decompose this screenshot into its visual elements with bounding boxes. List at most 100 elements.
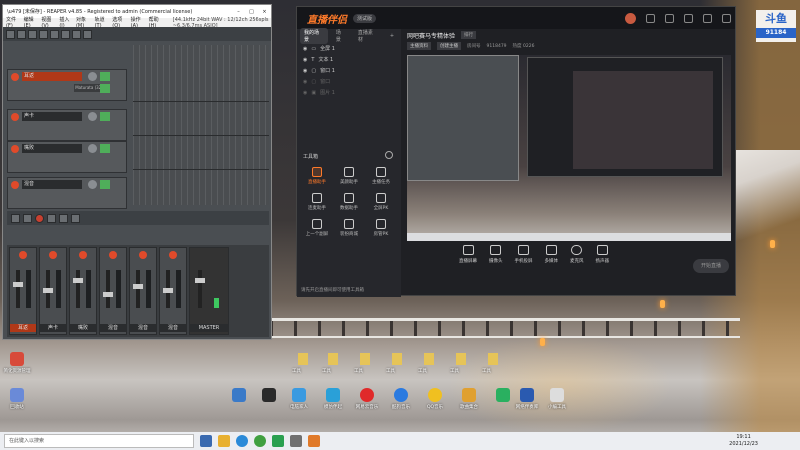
stop-icon[interactable] (23, 213, 32, 223)
fader-handle[interactable] (73, 278, 83, 283)
system-clock[interactable]: 19:11 2021/12/23 (729, 434, 758, 448)
menu-actions[interactable]: 操作(A) (131, 16, 143, 29)
mixer-channel[interactable]: 声卡 (39, 247, 67, 335)
fx-button[interactable] (100, 180, 110, 189)
tab-my-scene[interactable]: 我的场景 (300, 28, 328, 44)
fader-handle[interactable] (195, 278, 205, 283)
menu-edit[interactable]: 编辑(E) (24, 16, 36, 29)
create-anchor-button[interactable]: 创建主播 (437, 42, 461, 50)
mixer-channel[interactable]: 嘴败 (69, 247, 97, 335)
desktop-folder-icon[interactable] (392, 353, 402, 365)
source-item[interactable]: ◉ ▣ 图片 1 (297, 87, 401, 98)
room-title[interactable]: 网吧赛马专精体验 (407, 31, 455, 40)
skin-icon[interactable] (665, 13, 674, 23)
desktop-folder-icon[interactable] (360, 353, 370, 365)
stream-preview[interactable] (407, 55, 731, 241)
tool-beauty[interactable]: 美颜助手 (333, 167, 365, 185)
menu-item[interactable]: 对象(M) (76, 16, 89, 29)
phone-cast-button[interactable]: 手机投屏 (515, 245, 533, 264)
tab-scene[interactable]: 场景 (332, 28, 350, 44)
fx-button[interactable] (100, 144, 110, 153)
record-arm-icon[interactable] (11, 113, 19, 121)
menu-file[interactable]: 文件(F) (6, 16, 18, 29)
close-icon[interactable] (722, 13, 731, 23)
record-arm-icon[interactable] (11, 145, 19, 153)
mixer-channel[interactable]: 混音 (159, 247, 187, 335)
start-live-button[interactable]: 开始直播 (693, 259, 729, 273)
desktop-icon[interactable]: QQ音乐 (418, 388, 452, 410)
companion-taskbar-icon[interactable] (308, 435, 320, 447)
eye-icon[interactable]: ◉ (303, 57, 307, 63)
track-panel[interactable]: 耳返 Maturata (32) (7, 69, 127, 101)
volume-knob[interactable] (88, 144, 97, 153)
speaker-button[interactable]: 扬声器 (596, 245, 609, 264)
anchor-info-button[interactable]: 主播资料 (407, 42, 431, 50)
minimize-icon[interactable] (703, 13, 712, 23)
source-item[interactable]: ◉ ▢ 窗口 1 (297, 65, 401, 76)
mixer-channel[interactable]: 混音 (129, 247, 157, 335)
desktop-icon[interactable]: 电脑家人 (282, 388, 316, 410)
tool-room-pk[interactable]: 房管PK (365, 219, 397, 237)
desktop-icon[interactable]: 模仿伴起 (316, 388, 350, 410)
grid-icon[interactable] (72, 29, 81, 39)
desktop-icon[interactable] (252, 388, 286, 402)
record-arm-icon[interactable] (11, 73, 19, 81)
snap-icon[interactable] (83, 29, 92, 39)
taskbar-search[interactable]: 在此键入以搜索 (4, 434, 194, 448)
desktop-folder-icon[interactable] (488, 353, 498, 365)
redo-icon[interactable] (61, 29, 70, 39)
add-scene-icon[interactable]: + (386, 32, 398, 40)
menu-options[interactable]: 选项(O) (112, 16, 124, 29)
volume-knob[interactable] (88, 112, 97, 121)
track-panel[interactable]: 嘴败 (7, 141, 127, 173)
wechat-icon[interactable] (272, 435, 284, 447)
master-channel[interactable]: MASTER (189, 247, 229, 335)
fx-button[interactable] (100, 72, 110, 81)
settings-icon[interactable] (39, 29, 48, 39)
loop-icon[interactable] (71, 213, 80, 223)
save-icon[interactable] (28, 29, 37, 39)
fader-handle[interactable] (163, 288, 173, 293)
menu-insert[interactable]: 插入(I) (59, 16, 70, 29)
menu-view[interactable]: 视图(V) (41, 16, 53, 29)
camera-button[interactable]: 摄像头 (489, 245, 503, 264)
env-button[interactable] (100, 84, 110, 93)
menu-help[interactable]: 帮助(H) (149, 16, 161, 29)
desktop-folder-icon[interactable] (456, 353, 466, 365)
track-name[interactable]: 混音 (22, 180, 82, 189)
fx-button[interactable] (100, 112, 110, 121)
desktop-icon[interactable] (222, 388, 256, 402)
eye-icon[interactable]: ◉ (303, 79, 307, 85)
source-item[interactable]: ◉ ▢ 窗口 (297, 76, 401, 87)
desktop-icon[interactable]: 简化资源管理 (0, 352, 34, 374)
record-arm-icon[interactable] (139, 251, 147, 259)
eye-icon[interactable]: ◉ (303, 90, 307, 96)
eye-icon[interactable]: ◉ (303, 46, 307, 52)
tool-subscreen[interactable]: 上一个副屏 (301, 219, 333, 237)
fader-handle[interactable] (13, 282, 23, 287)
record-arm-icon[interactable] (19, 251, 27, 259)
record-arm-icon[interactable] (11, 181, 19, 189)
maximize-icon[interactable]: □ (245, 9, 258, 15)
desktop-icon[interactable]: 回收站 (0, 388, 34, 410)
fader-handle[interactable] (43, 288, 53, 293)
desktop-icon[interactable]: 网络伴奏库 (510, 388, 544, 410)
track-name[interactable]: 嘴败 (22, 144, 82, 153)
settings-icon[interactable] (684, 13, 693, 23)
desktop-icon[interactable]: 网易云音乐 (350, 388, 384, 410)
record-icon[interactable] (35, 213, 44, 223)
media-button[interactable]: 多媒体 (545, 245, 558, 264)
pause-icon[interactable] (59, 213, 68, 223)
track-panel[interactable]: 声卡 (7, 109, 127, 141)
mail-icon[interactable] (646, 13, 655, 23)
track-name[interactable]: 耳返 (22, 72, 82, 81)
edge-icon[interactable] (236, 435, 248, 447)
source-item[interactable]: ◉ T 文本 1 (297, 54, 401, 65)
record-arm-icon[interactable] (79, 251, 87, 259)
record-arm-icon[interactable] (109, 251, 117, 259)
record-arm-icon[interactable] (49, 251, 57, 259)
record-arm-icon[interactable] (169, 251, 177, 259)
rewind-icon[interactable] (11, 213, 20, 223)
volume-knob[interactable] (88, 180, 97, 189)
tool-live-assistant[interactable]: 直播助手 (301, 167, 333, 185)
